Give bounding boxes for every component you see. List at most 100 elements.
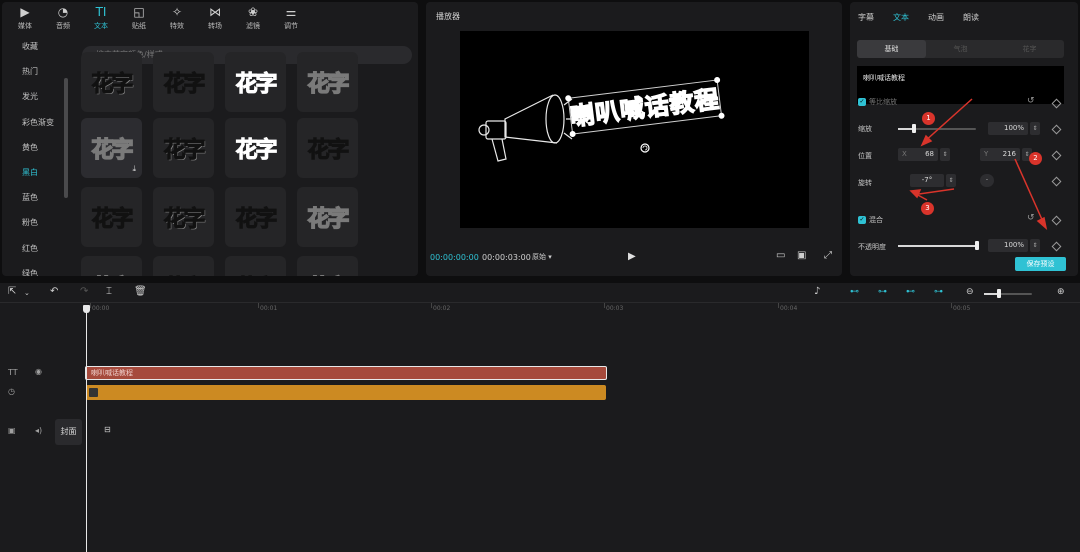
resize-handle[interactable] bbox=[569, 131, 576, 138]
category-black-white[interactable]: 黑白 bbox=[2, 160, 68, 185]
reset-icon[interactable]: ↺ bbox=[1027, 96, 1035, 106]
delete-icon[interactable]: 🗑 bbox=[134, 286, 147, 297]
cover-button[interactable]: 封面 bbox=[55, 419, 82, 445]
zoom-out-icon[interactable]: ⊖ bbox=[966, 287, 974, 297]
play-button[interactable]: ▶ bbox=[628, 251, 636, 262]
snap-icon[interactable]: ⊷ bbox=[906, 287, 915, 297]
rotate-dial[interactable]: · bbox=[980, 174, 994, 187]
rotate-handle-icon[interactable] bbox=[640, 143, 650, 153]
scale-stepper[interactable]: ⇕ bbox=[1030, 122, 1040, 135]
opacity-slider[interactable] bbox=[898, 245, 978, 247]
flower-text-tile[interactable]: 花字 bbox=[81, 52, 142, 112]
tab-read-aloud[interactable]: 朗读 bbox=[963, 12, 979, 23]
flower-text-tile[interactable]: 花字 bbox=[81, 187, 142, 247]
rotate-input[interactable]: -7° bbox=[910, 174, 944, 187]
tab-media[interactable]: ▶ 媒体 bbox=[6, 2, 44, 34]
category-pink[interactable]: 粉色 bbox=[2, 210, 68, 235]
scale-slider[interactable] bbox=[898, 128, 976, 130]
tab-sticker[interactable]: ◱ 贴纸 bbox=[120, 2, 158, 34]
magnet-icon[interactable]: ⊷ bbox=[850, 287, 859, 297]
megaphone-text-overlay[interactable]: 喇叭喊话教程 bbox=[460, 31, 809, 228]
category-red[interactable]: 红色 bbox=[2, 236, 68, 261]
playhead-handle[interactable] bbox=[83, 305, 90, 313]
category-scrollbar[interactable] bbox=[64, 78, 68, 198]
flower-text-tile[interactable]: 花字 bbox=[225, 118, 286, 178]
effect-clip[interactable] bbox=[86, 385, 606, 400]
waveform-icon[interactable]: ▭ bbox=[776, 250, 785, 261]
microphone-icon[interactable]: ♪ bbox=[814, 286, 820, 297]
preview-canvas[interactable]: 喇叭喊话教程 bbox=[460, 31, 809, 228]
fullscreen-icon[interactable]: ⤢ bbox=[824, 250, 832, 261]
save-preset-button[interactable]: 保存预设 bbox=[1015, 257, 1066, 271]
flower-text-tile[interactable]: 花字 bbox=[81, 256, 142, 276]
split-icon[interactable]: ⌶ bbox=[106, 286, 112, 297]
tab-animation[interactable]: 动画 bbox=[928, 12, 944, 23]
tab-subtitle[interactable]: 字幕 bbox=[858, 12, 874, 23]
segment-flower-text[interactable]: 花字 bbox=[995, 40, 1064, 58]
flower-text-tile[interactable]: 花字 bbox=[153, 256, 214, 276]
opacity-stepper[interactable]: ⇕ bbox=[1030, 239, 1040, 252]
flower-text-tile[interactable]: 花字 bbox=[297, 256, 358, 276]
flower-text-tile[interactable]: 花字 bbox=[297, 187, 358, 247]
flower-text-tile[interactable]: 花字 bbox=[153, 118, 214, 178]
flower-text-tile[interactable]: 花字 bbox=[153, 187, 214, 247]
opacity-slider-knob[interactable] bbox=[975, 241, 979, 250]
tab-text[interactable]: TI 文本 bbox=[82, 2, 120, 34]
rotate-stepper[interactable]: ⇕ bbox=[946, 174, 956, 187]
category-glow[interactable]: 发光 bbox=[2, 84, 68, 109]
opacity-input[interactable]: 100% bbox=[988, 239, 1028, 252]
category-hot[interactable]: 热门 bbox=[2, 59, 68, 84]
flower-text-tile[interactable]: 花字 bbox=[297, 52, 358, 112]
download-icon[interactable]: ⤓ bbox=[132, 164, 136, 174]
zoom-slider[interactable] bbox=[984, 293, 1032, 295]
keyframe-icon[interactable] bbox=[1051, 176, 1062, 187]
scale-slider-knob[interactable] bbox=[912, 124, 916, 133]
category-favorites[interactable]: 收藏 bbox=[2, 34, 68, 59]
audio-mute-icon[interactable]: ◂) bbox=[35, 426, 42, 435]
flower-text-tile[interactable]: 花字 bbox=[153, 52, 214, 112]
playhead[interactable] bbox=[86, 305, 87, 552]
zoom-slider-knob[interactable] bbox=[997, 289, 1001, 298]
flower-text-tile[interactable]: 花字 bbox=[225, 52, 286, 112]
tab-text-inspector[interactable]: 文本 bbox=[893, 12, 909, 23]
reset-icon[interactable]: ↺ bbox=[1027, 213, 1035, 223]
position-y-input[interactable]: Y 216 bbox=[980, 148, 1020, 161]
category-gradient[interactable]: 彩色渐变 bbox=[2, 110, 68, 135]
keyframe-icon[interactable] bbox=[1051, 124, 1062, 135]
preview-mode-icon[interactable]: ▣ bbox=[797, 250, 806, 261]
redo-icon[interactable]: ↷ bbox=[80, 286, 88, 297]
flower-text-tile[interactable]: 花字 bbox=[297, 118, 358, 178]
blend-checkbox[interactable]: ✓ bbox=[858, 216, 866, 224]
preview-axis-icon[interactable]: ⊶ bbox=[934, 287, 943, 297]
uniform-scale-checkbox[interactable]: ✓ bbox=[858, 98, 866, 106]
tab-adjust[interactable]: ⚌ 调节 bbox=[272, 2, 310, 34]
category-green[interactable]: 绿色 bbox=[2, 261, 68, 276]
resize-handle[interactable] bbox=[718, 112, 725, 119]
category-yellow[interactable]: 黄色 bbox=[2, 135, 68, 160]
keyframe-icon[interactable] bbox=[1051, 241, 1062, 252]
ratio-dropdown[interactable]: 原始 ▾ bbox=[532, 252, 552, 262]
link-icon[interactable]: ⊶ bbox=[878, 287, 887, 297]
keyframe-icon[interactable] bbox=[1051, 150, 1062, 161]
zoom-fit-icon[interactable]: ⊕ bbox=[1057, 287, 1065, 297]
eye-icon[interactable]: ◉ bbox=[35, 367, 42, 376]
x-stepper[interactable]: ⇕ bbox=[940, 148, 950, 161]
select-tool-icon[interactable]: ⇱ bbox=[8, 286, 16, 297]
position-x-input[interactable]: X 68 bbox=[898, 148, 938, 161]
tab-effects[interactable]: ✧ 特效 bbox=[158, 2, 196, 34]
segment-basic[interactable]: 基础 bbox=[857, 40, 926, 58]
flower-text-tile[interactable]: 花字 bbox=[225, 256, 286, 276]
scale-input[interactable]: 100% bbox=[988, 122, 1028, 135]
resize-handle[interactable] bbox=[714, 77, 721, 84]
flower-text-tile[interactable]: 花字 ⤓ bbox=[81, 118, 142, 178]
tab-transition[interactable]: ⋈ 转场 bbox=[196, 2, 234, 34]
chevron-down-icon[interactable]: ⌄ bbox=[24, 289, 30, 297]
add-media-icon[interactable]: ⊟ bbox=[104, 425, 111, 434]
text-clip[interactable]: 喇叭喊话教程 bbox=[85, 366, 607, 380]
tab-filter[interactable]: ❀ 滤镜 bbox=[234, 2, 272, 34]
tab-audio[interactable]: ◔ 音频 bbox=[44, 2, 82, 34]
flower-text-tile[interactable]: 花字 bbox=[225, 187, 286, 247]
keyframe-icon[interactable] bbox=[1051, 215, 1062, 226]
category-blue[interactable]: 蓝色 bbox=[2, 185, 68, 210]
undo-icon[interactable]: ↶ bbox=[50, 286, 58, 297]
